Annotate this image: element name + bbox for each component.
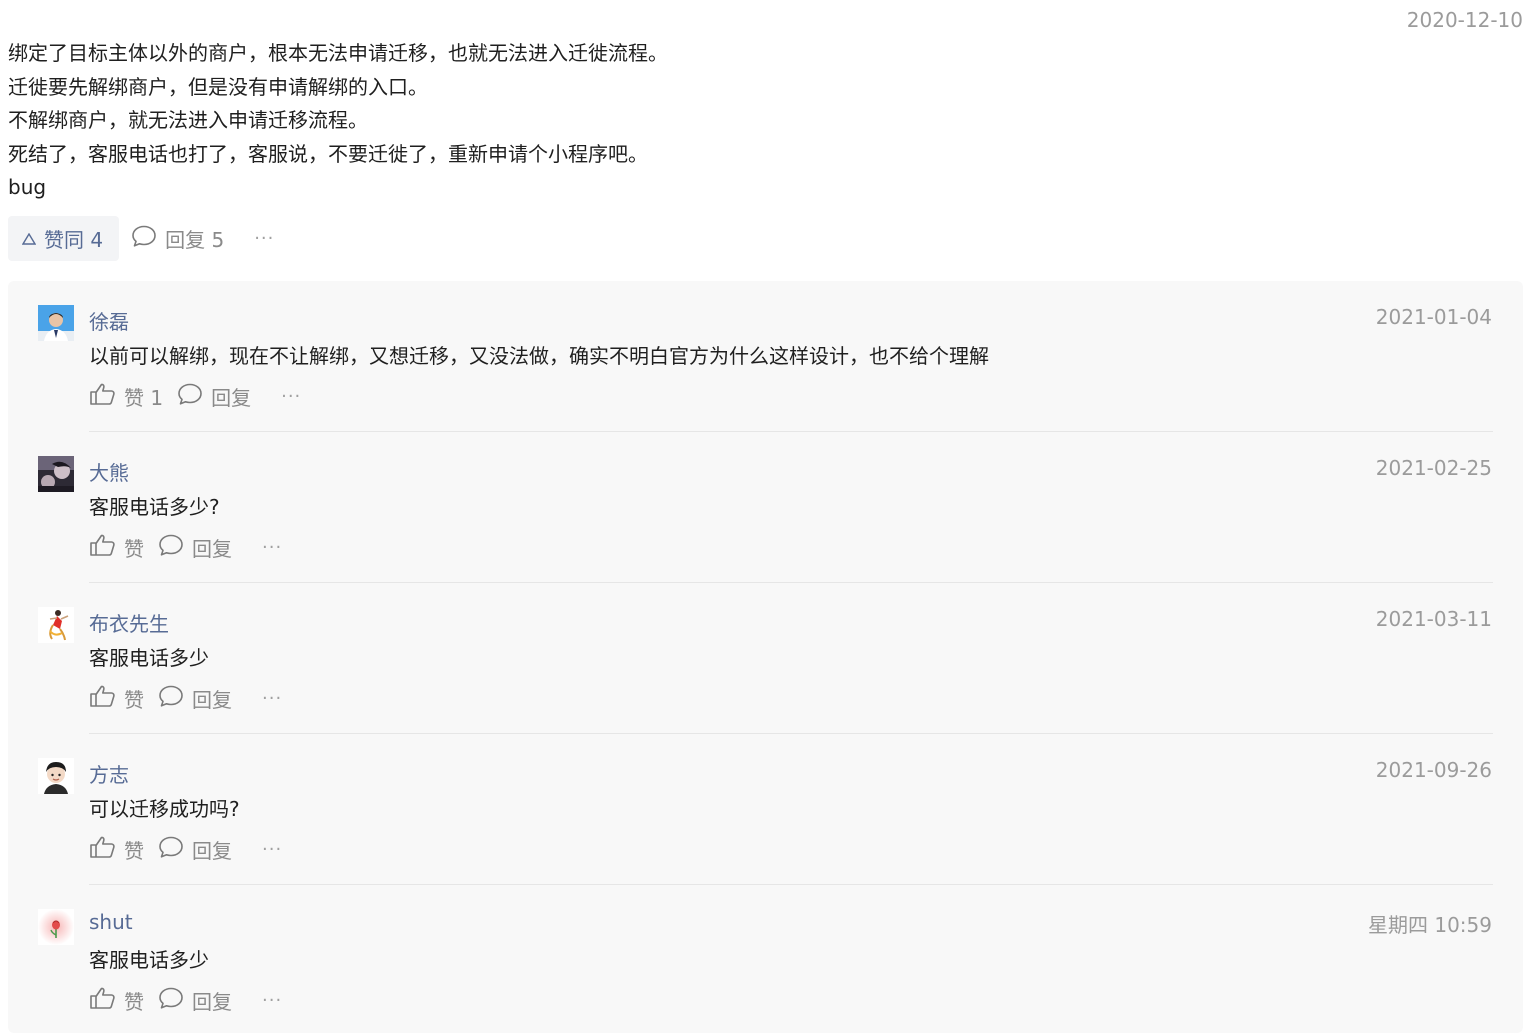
comment-date: 2021-03-11 <box>1375 607 1492 631</box>
comment-text: 可以迁移成功吗? <box>89 797 240 821</box>
comment-bubble-icon <box>158 684 192 713</box>
more-icon[interactable]: ··· <box>254 228 274 249</box>
avatar[interactable] <box>38 456 74 492</box>
comment-bubble-icon <box>131 224 165 253</box>
comment-reply-button[interactable]: 回复 <box>158 684 232 713</box>
thumb-up-icon <box>89 382 124 411</box>
more-icon[interactable]: ··· <box>281 386 301 407</box>
more-icon[interactable]: ··· <box>262 990 282 1011</box>
comment-item: 大熊 2021-02-25 客服电话多少? 赞 回复 ··· <box>8 432 1523 583</box>
post-body: 绑定了目标主体以外的商户，根本无法申请迁移，也就无法进入迁徙流程。 迁徙要先解绑… <box>8 37 1308 205</box>
post-actions: 赞同 4 回复 5 ··· <box>8 216 274 261</box>
thumb-up-icon <box>89 684 124 713</box>
comment-actions: 赞 回复 ··· <box>89 985 282 1015</box>
thumb-up-icon <box>89 835 124 864</box>
triangle-up-icon <box>22 232 36 245</box>
commenter-name[interactable]: 徐磊 <box>89 306 129 335</box>
comment-actions: 赞 回复 ··· <box>89 532 282 562</box>
post-date: 2020-12-10 <box>1406 8 1523 32</box>
commenter-name[interactable]: 大熊 <box>89 457 129 486</box>
like-button[interactable]: 赞 <box>89 986 144 1015</box>
comment-bubble-icon <box>158 986 192 1015</box>
like-button[interactable]: 赞 <box>89 533 144 562</box>
agree-label: 赞同 4 <box>44 228 104 252</box>
comment-item: 徐磊 2021-01-04 以前可以解绑，现在不让解绑，又想迁移，又没法做，确实… <box>8 281 1523 432</box>
like-button[interactable]: 赞 1 <box>89 382 163 411</box>
comment-reply-button[interactable]: 回复 <box>158 533 232 562</box>
avatar[interactable] <box>38 607 74 643</box>
like-label: 赞 <box>124 687 144 712</box>
comment-actions: 赞 1 回复 ··· <box>89 381 301 411</box>
reply-label: 回复 <box>192 838 232 863</box>
more-icon[interactable]: ··· <box>262 688 282 709</box>
comment-reply-button[interactable]: 回复 <box>177 382 251 411</box>
thumb-up-icon <box>89 533 124 562</box>
comment-text: 客服电话多少 <box>89 646 209 670</box>
post-line: 死结了，客服电话也打了，客服说，不要迁徙了，重新申请个小程序吧。 <box>8 141 648 166</box>
comment-text: 客服电话多少 <box>89 948 209 972</box>
reply-label: 回复 <box>192 687 232 712</box>
like-button[interactable]: 赞 <box>89 684 144 713</box>
like-button[interactable]: 赞 <box>89 835 144 864</box>
more-icon[interactable]: ··· <box>262 537 282 558</box>
avatar[interactable] <box>38 909 74 945</box>
comment-date: 2021-01-04 <box>1375 305 1492 329</box>
post-line: bug <box>8 175 47 199</box>
comment-date: 星期四 10:59 <box>1368 913 1492 937</box>
comment-bubble-icon <box>177 382 211 411</box>
comment-text: 以前可以解绑，现在不让解绑，又想迁移，又没法做，确实不明白官方为什么这样设计，也… <box>89 344 989 368</box>
comment-item: 方志 2021-09-26 可以迁移成功吗? 赞 回复 ··· <box>8 734 1523 885</box>
comment-reply-button[interactable]: 回复 <box>158 986 232 1015</box>
comment-bubble-icon <box>158 835 192 864</box>
thumb-up-icon <box>89 986 124 1015</box>
reply-label: 回复 <box>211 385 252 410</box>
comment-date: 2021-02-25 <box>1375 456 1492 480</box>
comment-text: 客服电话多少? <box>89 495 220 519</box>
commenter-name[interactable]: 布衣先生 <box>89 608 169 637</box>
comment-bubble-icon <box>158 533 192 562</box>
like-label: 赞 1 <box>124 385 164 410</box>
commenter-name[interactable]: shut <box>89 910 133 934</box>
like-label: 赞 <box>124 838 144 863</box>
comment-thread: 徐磊 2021-01-04 以前可以解绑，现在不让解绑，又想迁移，又没法做，确实… <box>8 281 1523 1033</box>
post-line: 不解绑商户，就无法进入申请迁移流程。 <box>8 108 368 132</box>
avatar[interactable] <box>38 305 74 341</box>
reply-label: 回复 5 <box>165 228 225 252</box>
commenter-name[interactable]: 方志 <box>89 759 129 788</box>
post-line: 迁徙要先解绑商户，但是没有申请解绑的入口。 <box>8 74 428 99</box>
avatar[interactable] <box>38 758 74 794</box>
like-label: 赞 <box>124 989 144 1014</box>
comment-item: shut 星期四 10:59 客服电话多少 赞 回复 ··· <box>8 885 1523 1036</box>
comment-actions: 赞 回复 ··· <box>89 834 282 864</box>
reply-label: 回复 <box>192 536 232 561</box>
post-line: 绑定了目标主体以外的商户，根本无法申请迁移，也就无法进入迁徙流程。 <box>8 41 668 65</box>
comment-date: 2021-09-26 <box>1375 758 1492 782</box>
reply-label: 回复 <box>192 989 232 1014</box>
comment-actions: 赞 回复 ··· <box>89 683 282 713</box>
reply-button[interactable]: 回复 5 <box>131 224 224 253</box>
more-icon[interactable]: ··· <box>262 839 282 860</box>
comment-reply-button[interactable]: 回复 <box>158 835 232 864</box>
like-label: 赞 <box>124 536 144 561</box>
comment-item: 布衣先生 2021-03-11 客服电话多少 赞 回复 ··· <box>8 583 1523 734</box>
agree-button[interactable]: 赞同 4 <box>8 216 120 261</box>
